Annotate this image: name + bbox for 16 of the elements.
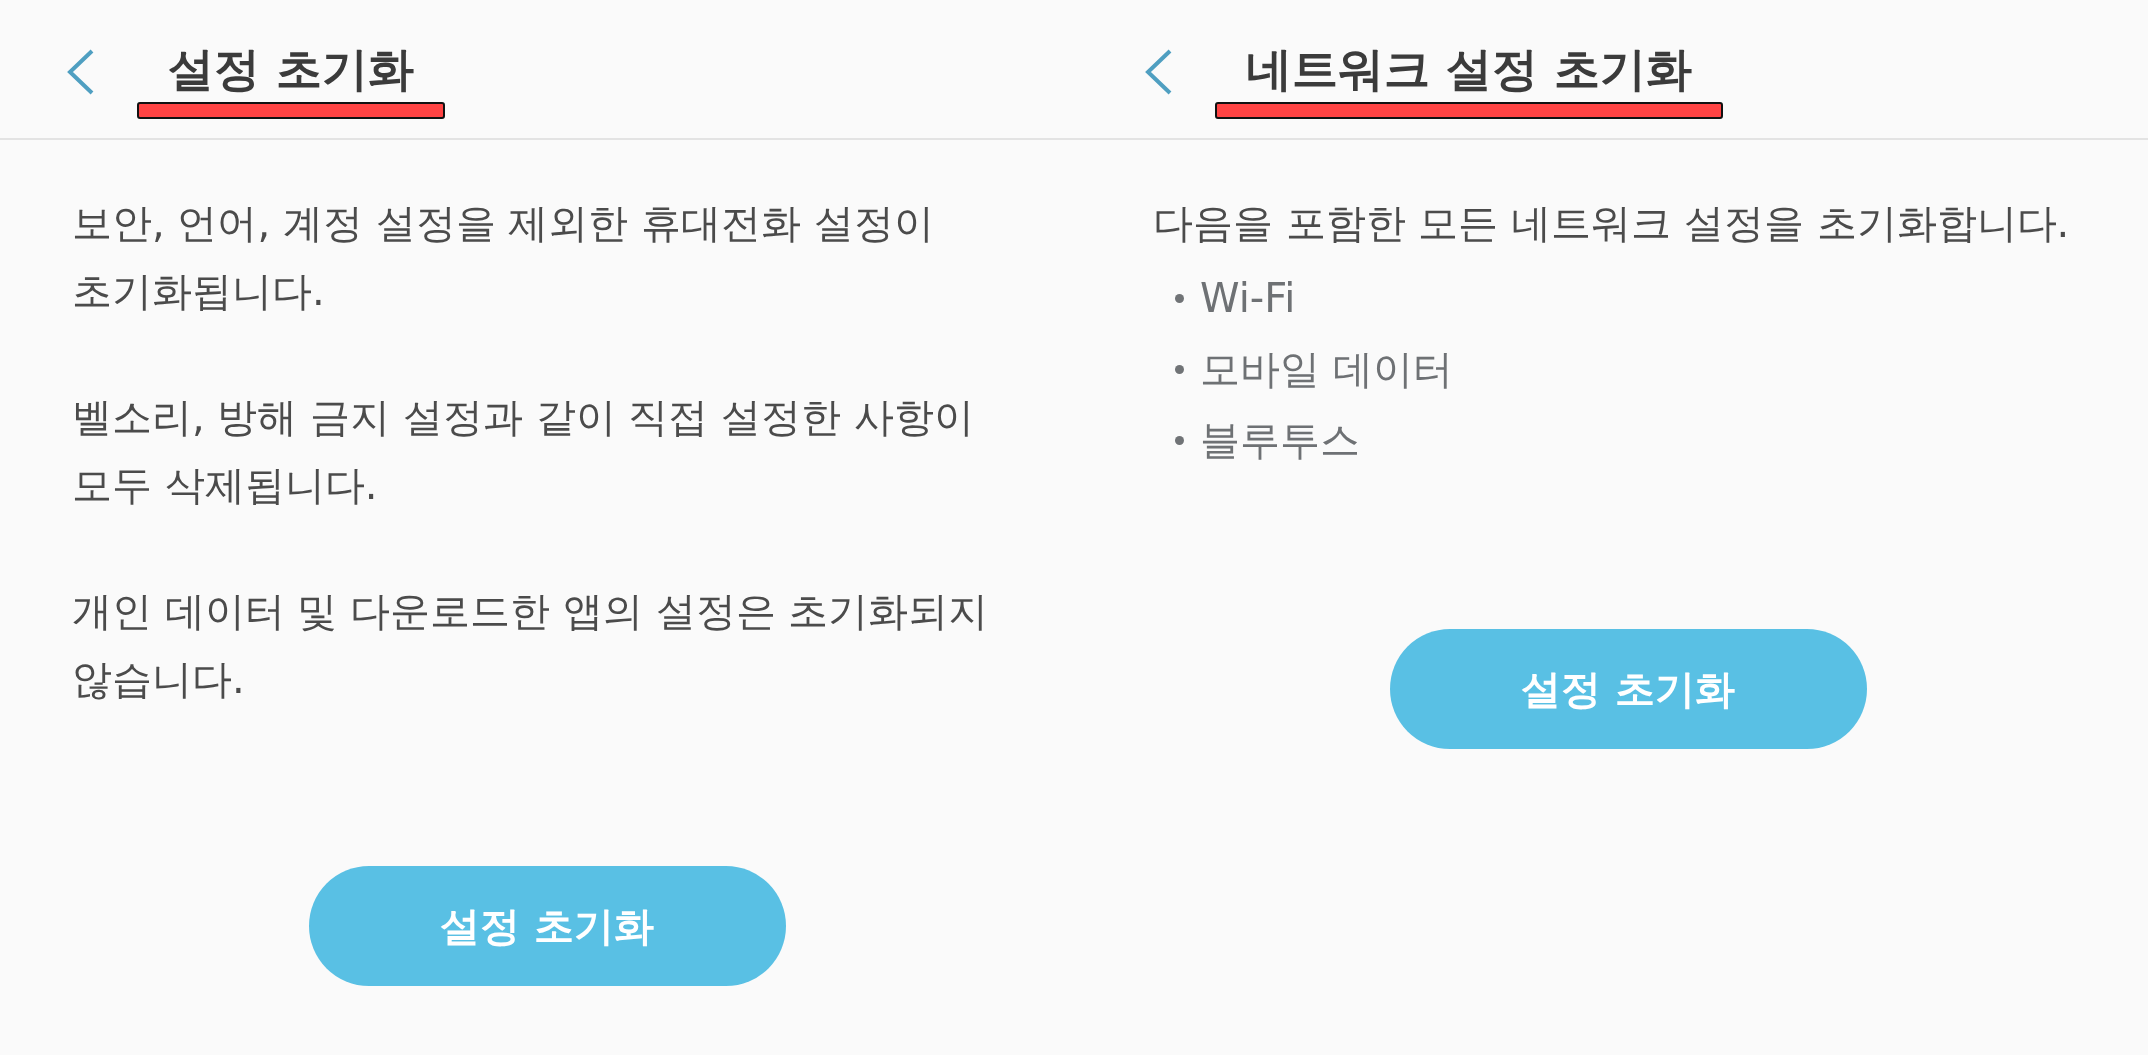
reset-settings-button[interactable]: 설정 초기화 [308,866,786,986]
bullet-icon [1175,294,1184,303]
screen-title: 네트워크 설정 초기화 [1245,41,1694,98]
description-text: 벨소리, 방해 금지 설정과 같이 직접 설정한 사항이 모두 삭제됩니다. [72,393,975,510]
screen-title: 설정 초기화 [167,41,415,98]
list-item-text: Wi-Fi [1200,274,1296,323]
back-icon [1144,49,1172,95]
list-item-text: 블루투스 [1200,416,1360,465]
reset-settings-button[interactable]: 설정 초기화 [1389,629,1867,749]
back-icon [66,49,94,95]
description-text: 보안, 언어, 계정 설정을 제외한 휴대전화 설정이 초기화됩니다. [72,199,935,316]
bullet-icon [1175,365,1184,374]
description-text: 개인 데이터 및 다운로드한 앱의 설정은 초기화되지 않습니다. [72,587,990,704]
bullet-icon [1175,436,1184,445]
list-item-text: 모바일 데이터 [1200,345,1453,394]
description-text: 다음을 포함한 모든 네트워크 설정을 초기화합니다. [1153,199,2071,248]
